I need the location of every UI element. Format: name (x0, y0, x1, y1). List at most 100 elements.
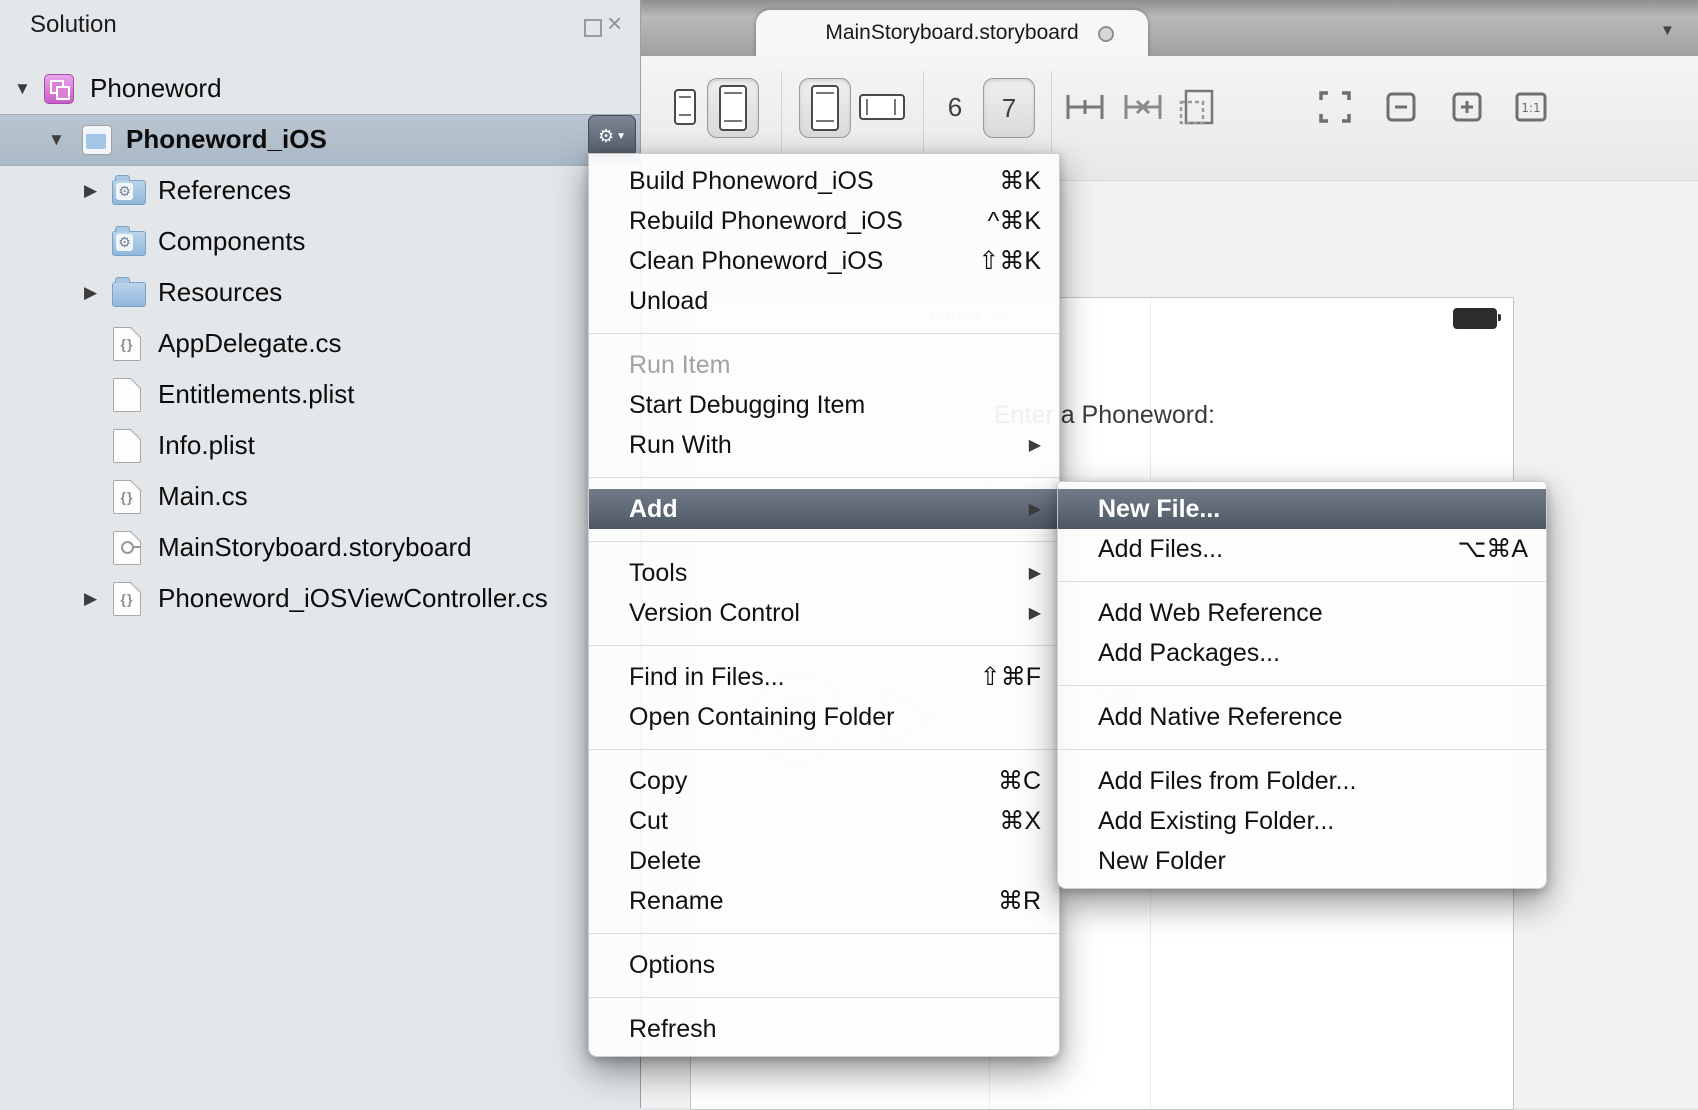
menu-separator (589, 633, 1059, 657)
menu-item-tools[interactable]: Tools▶ (589, 553, 1059, 593)
menu-separator (589, 465, 1059, 489)
orientation-landscape-button[interactable] (857, 78, 907, 136)
menu-item-run-item: Run Item (589, 345, 1059, 385)
disclosure-collapsed-icon[interactable]: ▶ (84, 181, 97, 201)
submenu-item-add-packages[interactable]: Add Packages... (1058, 633, 1546, 673)
menu-item-delete[interactable]: Delete (589, 841, 1059, 881)
menu-item-cut[interactable]: Cut⌘X (589, 801, 1059, 841)
tab-list-chevron-icon[interactable]: ▼ (1660, 22, 1675, 39)
shortcut: ^⌘K (988, 206, 1041, 236)
tree-item-label: Info.plist (158, 430, 255, 461)
project-icon (82, 125, 112, 155)
orientation-portrait-button[interactable] (799, 78, 851, 138)
solution-icon (44, 74, 74, 104)
ios-version-6-button[interactable]: 6 (937, 78, 973, 136)
gear-icon: ⚙ (598, 126, 614, 147)
menu-item-build[interactable]: Build Phoneword_iOS⌘K (589, 161, 1059, 201)
code-file-icon: {} (113, 327, 141, 361)
tree-item-label: Main.cs (158, 481, 248, 512)
disclosure-collapsed-icon[interactable]: ▶ (84, 283, 97, 303)
submenu-arrow-icon: ▶ (1029, 499, 1041, 519)
shortcut: ⌘K (999, 166, 1041, 196)
shortcut: ⇧⌘F (980, 662, 1041, 692)
submenu-item-new-folder[interactable]: New Folder (1058, 841, 1546, 881)
menu-item-clean[interactable]: Clean Phoneword_iOS⇧⌘K (589, 241, 1059, 281)
constraint-add-button[interactable] (1061, 78, 1109, 136)
code-file-icon: {} (113, 480, 141, 514)
ios-version-6-label: 6 (948, 92, 962, 123)
battery-icon (1453, 308, 1497, 329)
menu-separator (589, 737, 1059, 761)
submenu-arrow-icon: ▶ (1029, 603, 1041, 623)
shortcut: ⌘X (999, 806, 1041, 836)
tree-item-label: Components (158, 226, 305, 257)
tree-item-label: Phoneword_iOSViewController.cs (158, 583, 548, 614)
submenu-item-new-file[interactable]: New File... (1058, 489, 1546, 529)
menu-item-open-containing-folder[interactable]: Open Containing Folder (589, 697, 1059, 737)
float-pane-icon[interactable] (584, 19, 602, 37)
storyboard-file-icon (113, 531, 141, 565)
tab-title: MainStoryboard.storyboard (825, 21, 1078, 45)
menu-separator (589, 985, 1059, 1009)
add-submenu: New File... Add Files...⌥⌘A Add Web Refe… (1057, 481, 1547, 889)
shortcut: ⇧⌘K (978, 246, 1041, 276)
submenu-item-add-native-reference[interactable]: Add Native Reference (1058, 697, 1546, 737)
project-gear-dropdown-button[interactable]: ⚙▼ (588, 115, 636, 157)
zoom-out-button[interactable] (1379, 78, 1423, 136)
submenu-item-add-files[interactable]: Add Files...⌥⌘A (1058, 529, 1546, 569)
size-iphone4-button[interactable] (707, 78, 759, 138)
submenu-item-add-files-from-folder[interactable]: Add Files from Folder... (1058, 761, 1546, 801)
tab-modified-icon[interactable] (1098, 26, 1114, 42)
menu-separator (589, 321, 1059, 345)
constraint-remove-button[interactable] (1119, 78, 1167, 136)
menu-item-options[interactable]: Options (589, 945, 1059, 985)
gear-badge-icon: ⚙ (116, 234, 133, 251)
disclosure-collapsed-icon[interactable]: ▶ (84, 589, 97, 609)
tree-item-label: Entitlements.plist (158, 379, 355, 410)
constraint-frame-button[interactable] (1175, 78, 1219, 136)
menu-item-unload[interactable]: Unload (589, 281, 1059, 321)
menu-item-find-in-files[interactable]: Find in Files...⇧⌘F (589, 657, 1059, 697)
tree-item-label: Phoneword_iOS (126, 124, 327, 155)
submenu-arrow-icon: ▶ (1029, 563, 1041, 583)
components-folder-icon: ⚙ (112, 231, 146, 256)
shortcut: ⌘C (998, 766, 1041, 796)
menu-item-start-debugging[interactable]: Start Debugging Item (589, 385, 1059, 425)
disclosure-expanded-icon[interactable]: ▼ (14, 79, 31, 99)
zoom-actual-size-button[interactable]: 1:1 (1509, 78, 1553, 136)
gear-badge-icon: ⚙ (116, 183, 133, 200)
menu-item-add[interactable]: Add▶ (589, 489, 1059, 529)
submenu-arrow-icon: ▶ (1029, 435, 1041, 455)
menu-item-refresh[interactable]: Refresh (589, 1009, 1059, 1049)
submenu-item-add-web-reference[interactable]: Add Web Reference (1058, 593, 1546, 633)
tree-item-label: AppDelegate.cs (158, 328, 342, 359)
menu-separator (589, 921, 1059, 945)
ios-version-7-label: 7 (1002, 93, 1016, 124)
chevron-down-icon: ▼ (616, 131, 626, 142)
pane-title: Solution (30, 11, 117, 39)
size-iphone35-button[interactable] (663, 78, 707, 136)
close-pane-icon[interactable]: × (607, 8, 622, 39)
menu-item-rebuild[interactable]: Rebuild Phoneword_iOS^⌘K (589, 201, 1059, 241)
menu-item-rename[interactable]: Rename⌘R (589, 881, 1059, 921)
menu-item-version-control[interactable]: Version Control▶ (589, 593, 1059, 633)
menu-item-copy[interactable]: Copy⌘C (589, 761, 1059, 801)
submenu-item-add-existing-folder[interactable]: Add Existing Folder... (1058, 801, 1546, 841)
menu-separator (1058, 569, 1546, 593)
svg-text:1:1: 1:1 (1521, 101, 1540, 115)
tab-mainstoryboard[interactable]: MainStoryboard.storyboard (756, 10, 1148, 56)
menu-separator (589, 529, 1059, 553)
tree-item-label: MainStoryboard.storyboard (158, 532, 472, 563)
references-folder-icon: ⚙ (112, 180, 146, 205)
menu-item-run-with[interactable]: Run With▶ (589, 425, 1059, 465)
zoom-in-button[interactable] (1445, 78, 1489, 136)
folder-icon (112, 282, 146, 307)
file-icon (113, 378, 141, 412)
tree-item-label: Resources (158, 277, 282, 308)
tree-item-label: Phoneword (90, 73, 222, 104)
ios-version-7-button[interactable]: 7 (983, 78, 1035, 138)
disclosure-expanded-icon[interactable]: ▼ (48, 130, 65, 150)
menu-separator (1058, 737, 1546, 761)
zoom-fit-button[interactable] (1313, 78, 1357, 136)
project-context-menu: Build Phoneword_iOS⌘K Rebuild Phoneword_… (588, 153, 1060, 1057)
